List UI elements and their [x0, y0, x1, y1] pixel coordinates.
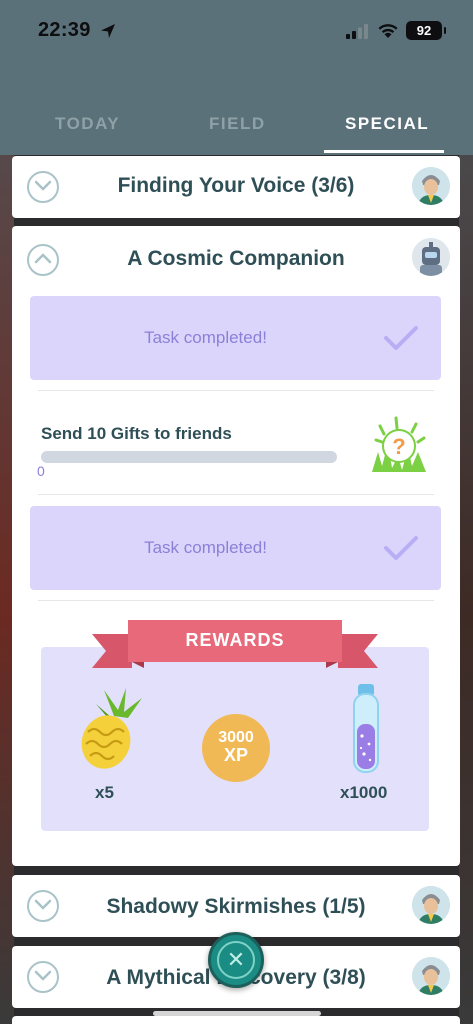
- tab-special[interactable]: SPECIAL: [345, 114, 429, 134]
- svg-text:?: ?: [392, 434, 405, 459]
- task-progress-bar: [41, 451, 337, 463]
- status-time: 22:39: [38, 19, 91, 41]
- golden-pinap-berry-icon: [81, 688, 142, 769]
- task-status: Task completed!: [144, 328, 267, 347]
- divider: [38, 494, 434, 495]
- tab-field[interactable]: FIELD: [209, 114, 266, 134]
- cellular-signal-icon: [346, 24, 368, 39]
- mystery-encounter-icon: ?: [372, 416, 426, 472]
- checkmark-icon: [384, 536, 418, 560]
- home-indicator[interactable]: [153, 1011, 321, 1016]
- status-bar: 22:39 92: [0, 0, 473, 60]
- task-status: Task completed!: [144, 538, 267, 557]
- checkmark-icon: [384, 326, 418, 350]
- active-tab-indicator: [324, 150, 444, 153]
- xp-coin-icon: 3000 XP: [202, 714, 270, 782]
- close-icon: ✕: [217, 941, 255, 979]
- quest-card-shadowy-skirmishes[interactable]: Shadowy Skirmishes (1/5): [12, 875, 460, 937]
- divider: [38, 600, 434, 601]
- tab-bar: TODAY FIELD SPECIAL: [0, 110, 473, 155]
- quest-card-cosmic-companion: A Cosmic Companion Task completed! Send …: [12, 226, 460, 866]
- reward-quantity: x5: [95, 783, 114, 802]
- battery-indicator: 92: [406, 21, 446, 40]
- stardust-vial-icon: [353, 684, 379, 773]
- xp-unit: XP: [223, 745, 248, 765]
- task-progress-count: 0: [37, 463, 45, 479]
- close-button[interactable]: ✕: [208, 932, 264, 988]
- quest-title: Shadowy Skirmishes (1/5): [106, 895, 366, 918]
- header: 22:39 92 TODAY FIELD SPECIAL: [0, 0, 473, 155]
- robot-avatar-icon: [412, 238, 450, 276]
- quest-title: A Cosmic Companion: [127, 247, 345, 270]
- trainer-avatar-icon: [412, 957, 450, 995]
- next-card-edge: [12, 1016, 460, 1024]
- quest-title: Finding Your Voice (3/6): [117, 174, 355, 197]
- quest-card-finding-your-voice[interactable]: Finding Your Voice (3/6): [12, 156, 460, 218]
- tab-today[interactable]: TODAY: [55, 114, 120, 134]
- wifi-icon: [378, 24, 398, 38]
- reward-quantity: x1000: [340, 783, 388, 802]
- location-arrow-icon: [101, 24, 115, 38]
- divider: [38, 390, 434, 391]
- task-description: Send 10 Gifts to friends: [41, 424, 232, 443]
- task-completed-1: Task completed!: [30, 296, 441, 380]
- xp-amount: 3000: [218, 729, 254, 746]
- rewards-title: REWARDS: [185, 630, 285, 650]
- trainer-avatar-icon: [412, 886, 450, 924]
- trainer-avatar-icon: [412, 167, 450, 205]
- task-completed-2: Task completed!: [30, 506, 441, 590]
